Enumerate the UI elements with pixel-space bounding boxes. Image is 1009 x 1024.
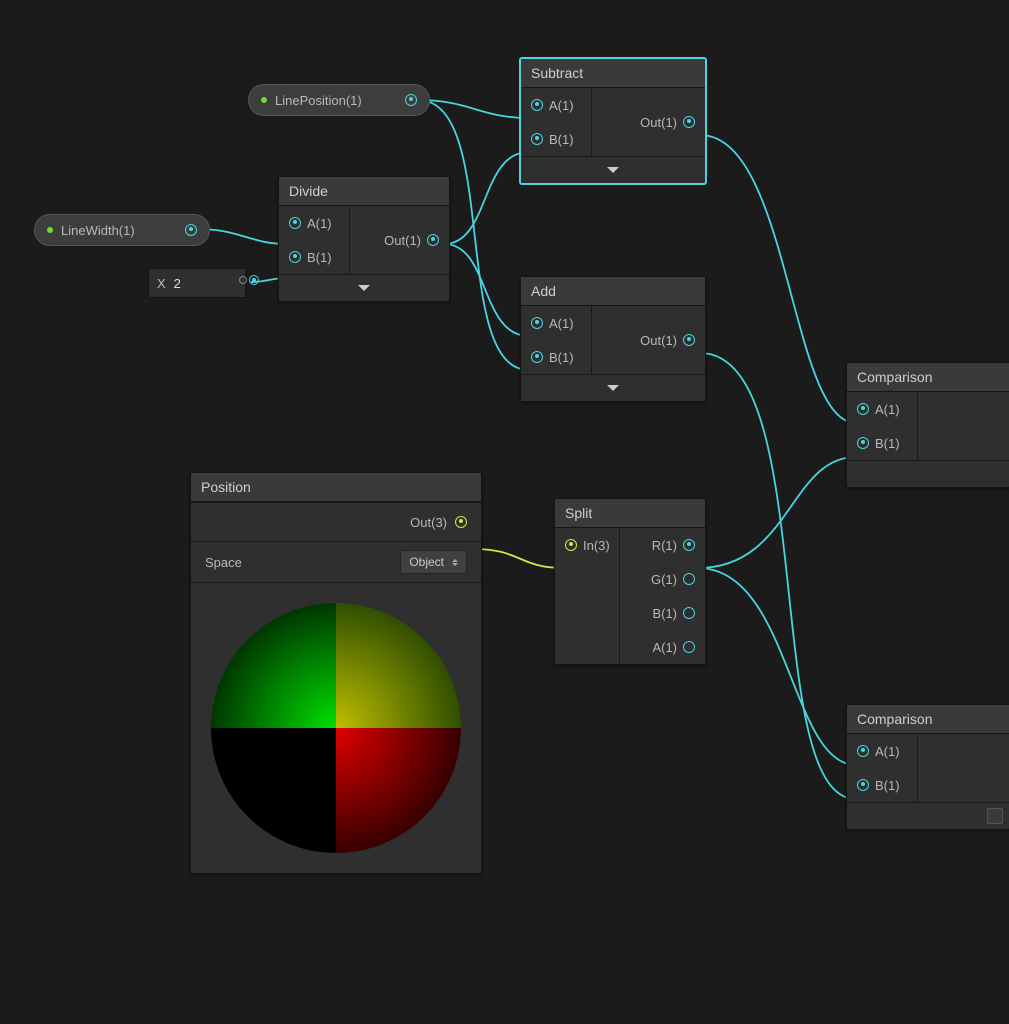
port-icon[interactable] xyxy=(531,99,543,111)
expand-toggle[interactable] xyxy=(521,374,705,401)
output-g[interactable]: G(1) xyxy=(620,562,705,596)
input-in[interactable]: In(3) xyxy=(555,528,619,562)
node-subtract[interactable]: Subtract A(1) B(1) Out(1) xyxy=(520,58,706,184)
port-icon[interactable] xyxy=(683,539,695,551)
space-label: Space xyxy=(205,555,242,570)
node-comparison-2[interactable]: Comparison A(1) B(1) xyxy=(846,704,1009,830)
dropdown-arrows-icon xyxy=(452,559,458,566)
output-out[interactable]: Out(1) xyxy=(592,88,705,156)
input-a[interactable]: A(1) xyxy=(279,206,349,240)
input-a[interactable]: A(1) xyxy=(521,306,591,340)
property-line-position[interactable]: LinePosition(1) xyxy=(248,84,430,116)
port-icon[interactable] xyxy=(531,133,543,145)
expand-toggle[interactable] xyxy=(279,274,449,301)
port-icon[interactable] xyxy=(857,745,869,757)
node-title: Add xyxy=(521,277,705,306)
position-preview-sphere xyxy=(206,598,466,858)
input-a[interactable]: A(1) xyxy=(847,734,917,768)
chevron-down-icon xyxy=(358,285,370,291)
property-line-width[interactable]: LineWidth(1) xyxy=(34,214,210,246)
input-b[interactable]: B(1) xyxy=(279,240,349,274)
output-label: Out(3) xyxy=(410,515,447,530)
constant-x-value[interactable]: X 2 xyxy=(148,268,246,298)
port-icon[interactable] xyxy=(289,251,301,263)
node-preview xyxy=(191,582,481,873)
node-add[interactable]: Add A(1) B(1) Out(1) xyxy=(520,276,706,402)
expand-toggle[interactable] xyxy=(847,460,1009,487)
property-label: LineWidth(1) xyxy=(61,223,135,238)
port-icon[interactable] xyxy=(531,317,543,329)
port-icon[interactable] xyxy=(565,539,577,551)
node-comparison-1[interactable]: Comparison A(1) B(1) xyxy=(846,362,1009,488)
port-icon[interactable] xyxy=(531,351,543,363)
node-split[interactable]: Split In(3) R(1) G(1) B(1) A(1) xyxy=(554,498,706,665)
input-b[interactable]: B(1) xyxy=(847,768,917,802)
node-title: Position xyxy=(191,473,481,502)
input-b[interactable]: B(1) xyxy=(521,122,591,156)
port-icon[interactable] xyxy=(857,779,869,791)
output-a[interactable]: A(1) xyxy=(620,630,705,664)
output-port[interactable] xyxy=(185,224,197,236)
port-icon[interactable] xyxy=(683,607,695,619)
connections-layer xyxy=(0,0,1009,1024)
node-title: Divide xyxy=(279,177,449,206)
node-title: Comparison xyxy=(847,363,1009,392)
port-icon[interactable] xyxy=(289,217,301,229)
output-out[interactable]: Out(1) xyxy=(350,206,449,274)
input-b[interactable]: B(1) xyxy=(847,426,917,460)
space-value: Object xyxy=(409,555,444,569)
constant-value[interactable]: 2 xyxy=(174,276,181,291)
output-out[interactable]: Out(1) xyxy=(592,306,705,374)
output-b[interactable]: B(1) xyxy=(620,596,705,630)
chevron-down-icon xyxy=(607,167,619,173)
preview-toggle-icon[interactable] xyxy=(987,808,1003,824)
output-port[interactable] xyxy=(405,94,417,106)
property-label: LinePosition(1) xyxy=(275,93,362,108)
chevron-down-icon xyxy=(607,385,619,391)
port-icon[interactable] xyxy=(683,573,695,585)
node-title: Split xyxy=(555,499,705,528)
port-icon[interactable] xyxy=(857,437,869,449)
output-r[interactable]: R(1) xyxy=(620,528,705,562)
property-exposed-dot xyxy=(47,227,53,233)
port-icon[interactable] xyxy=(427,234,439,246)
expand-toggle[interactable] xyxy=(847,802,1009,829)
port-icon[interactable] xyxy=(683,334,695,346)
port-icon[interactable] xyxy=(857,403,869,415)
constant-output-port[interactable] xyxy=(249,275,259,285)
node-divide[interactable]: Divide A(1) B(1) Out(1) xyxy=(278,176,450,302)
port-icon[interactable] xyxy=(683,116,695,128)
space-dropdown[interactable]: Object xyxy=(400,550,467,574)
expand-toggle[interactable] xyxy=(521,156,705,183)
property-exposed-dot xyxy=(261,97,267,103)
port-icon[interactable] xyxy=(683,641,695,653)
node-position[interactable]: Position Out(3) Space Object xyxy=(190,472,482,874)
input-b[interactable]: B(1) xyxy=(521,340,591,374)
constant-axis-label: X xyxy=(157,276,166,291)
node-title: Comparison xyxy=(847,705,1009,734)
output-port[interactable] xyxy=(455,516,467,528)
input-a[interactable]: A(1) xyxy=(847,392,917,426)
node-title: Subtract xyxy=(521,59,705,88)
constant-stub-port xyxy=(239,276,247,284)
input-a[interactable]: A(1) xyxy=(521,88,591,122)
